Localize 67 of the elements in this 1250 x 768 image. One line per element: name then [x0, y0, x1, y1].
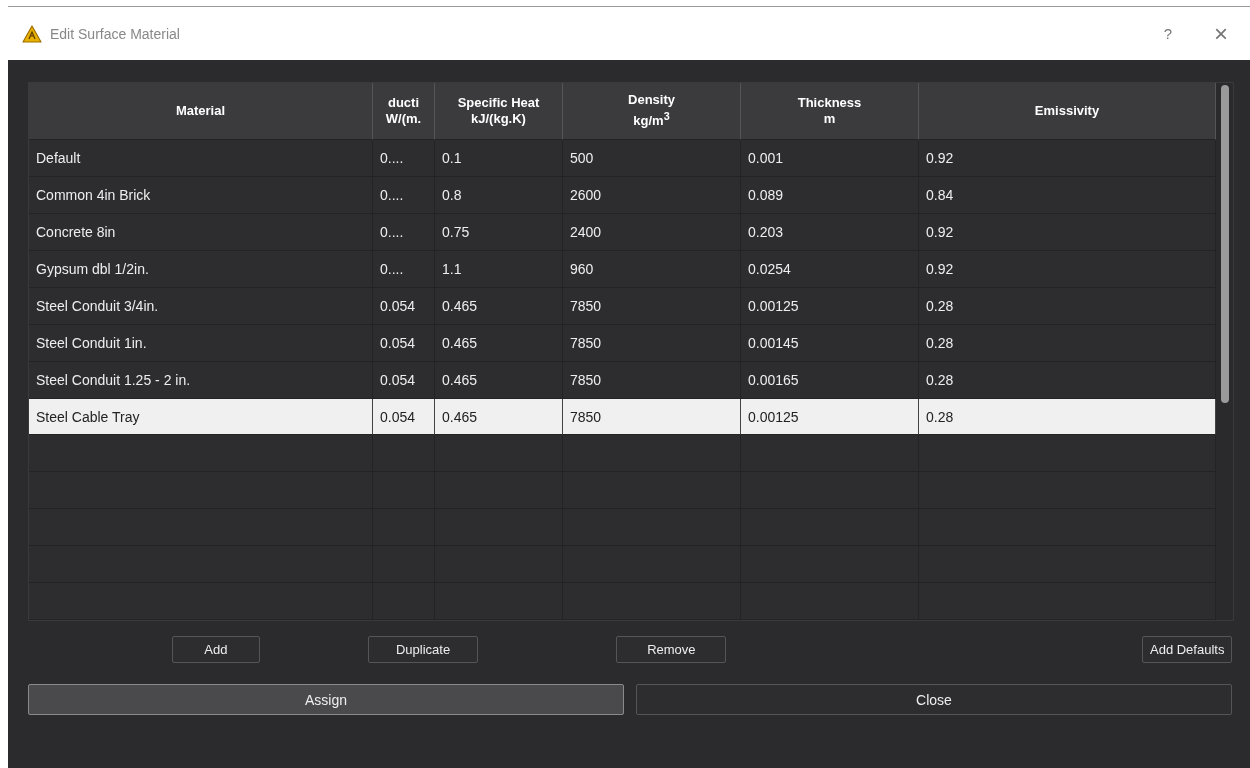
table-cell[interactable]: 0.92: [919, 140, 1216, 177]
table-cell[interactable]: Steel Conduit 1.25 - 2 in.: [29, 361, 373, 399]
column-header[interactable]: Material: [29, 83, 373, 141]
table-cell[interactable]: 0.1: [435, 140, 563, 177]
table-cell[interactable]: Steel Conduit 1in.: [29, 324, 373, 362]
table-cell[interactable]: 0.054: [373, 324, 435, 362]
table-cell[interactable]: 0.089: [741, 177, 919, 214]
column-header[interactable]: Specific Heat kJ/(kg.K): [435, 83, 563, 141]
table-cell[interactable]: 960: [563, 250, 741, 288]
table-cell[interactable]: 0.001: [741, 140, 919, 177]
column-header[interactable]: Density kg/m$^{3}$: [563, 83, 741, 141]
table-cell[interactable]: 0.00145: [741, 324, 919, 362]
table-cell[interactable]: 0....: [373, 140, 435, 177]
table-cell[interactable]: 0.84: [919, 177, 1216, 214]
table-cell[interactable]: Steel Cable Tray: [29, 398, 373, 436]
action-button[interactable]: Add Defaults: [1142, 635, 1232, 663]
action-button[interactable]: Remove: [616, 635, 727, 663]
table-cell[interactable]: Concrete 8in: [29, 213, 373, 251]
empty-cell: [373, 435, 435, 473]
help-button[interactable]: ?: [1153, 25, 1182, 42]
action-button[interactable]: Add: [172, 635, 260, 663]
table-cell[interactable]: 0.28: [919, 324, 1216, 362]
table-cell[interactable]: 7850: [563, 398, 741, 436]
warning-logo-icon: [22, 24, 42, 43]
table-cell[interactable]: 0.054: [373, 287, 435, 325]
table-cell[interactable]: Default: [29, 140, 373, 177]
table-cell[interactable]: 1.1: [435, 250, 563, 288]
scrollbar-thumb[interactable]: [1220, 85, 1229, 403]
column-header[interactable]: ducti W/(m.: [373, 83, 435, 141]
table-cell[interactable]: 500: [563, 140, 741, 177]
table-cell[interactable]: 0.8: [435, 177, 563, 214]
window-title: Edit Surface Material: [50, 25, 181, 42]
table-cell[interactable]: 0.28: [919, 287, 1216, 325]
table-cell[interactable]: 0.465: [435, 361, 563, 399]
table-cell[interactable]: 0.00125: [741, 398, 919, 436]
table-cell[interactable]: 0....: [373, 213, 435, 251]
footer-button[interactable]: Assign: [28, 684, 624, 715]
table-cell[interactable]: 0....: [373, 177, 435, 214]
table-cell[interactable]: 0....: [373, 250, 435, 288]
table-cell[interactable]: 7850: [563, 361, 741, 399]
scrollbar[interactable]: [1216, 83, 1233, 620]
table-cell[interactable]: 0.28: [919, 361, 1216, 399]
column-header[interactable]: Thickness m: [741, 83, 919, 141]
table-cell[interactable]: 0.054: [373, 398, 435, 436]
table-cell[interactable]: Gypsum dbl 1/2in.: [29, 250, 373, 288]
table-cell[interactable]: 0.465: [435, 287, 563, 325]
table-cell[interactable]: 2600: [563, 177, 741, 214]
table-cell[interactable]: 0.465: [435, 324, 563, 362]
table-cell[interactable]: 0.203: [741, 213, 919, 251]
table-cell[interactable]: 0.75: [435, 213, 563, 251]
column-header[interactable]: Emissivity: [919, 83, 1216, 141]
close-button[interactable]: ×: [1204, 19, 1238, 48]
table-cell[interactable]: 0.28: [919, 398, 1216, 436]
table-cell[interactable]: Steel Conduit 3/4in.: [29, 287, 373, 325]
table-cell[interactable]: Common 4in Brick: [29, 177, 373, 214]
table-cell[interactable]: 0.00165: [741, 361, 919, 399]
action-button[interactable]: Duplicate: [367, 635, 479, 663]
table-cell[interactable]: 0.465: [435, 398, 563, 436]
table-cell[interactable]: 0.054: [373, 361, 435, 399]
table-cell[interactable]: 2400: [563, 213, 741, 251]
table-cell[interactable]: 0.0254: [741, 250, 919, 288]
table-cell[interactable]: 0.00125: [741, 287, 919, 325]
table-cell[interactable]: 7850: [563, 287, 741, 325]
footer-button[interactable]: Close: [636, 684, 1232, 715]
table-cell[interactable]: 7850: [563, 324, 741, 362]
table-cell[interactable]: 0.92: [919, 250, 1216, 288]
table-cell[interactable]: 0.92: [919, 213, 1216, 251]
